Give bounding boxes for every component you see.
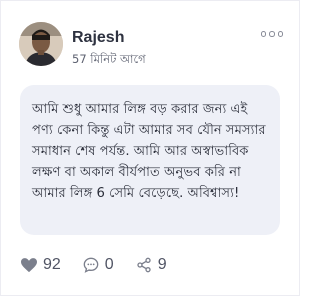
avatar-photo [19,22,63,66]
post-timestamp: 57 মিনিট আগে [72,52,146,66]
shares-count: 9 [157,256,167,273]
more-horizontal-icon [260,31,266,37]
post-text: আমি শুধু আমার লিঙ্গ বড় করার জন্য এই পণ্… [32,102,266,201]
heart-icon [21,257,37,272]
more-options-button[interactable] [260,31,283,37]
author-name[interactable]: Rajesh [72,29,124,47]
share-button[interactable]: 9 [136,256,167,274]
post-body: আমি শুধু আমার লিঙ্গ বড় করার জন্য এই পণ্… [20,85,280,235]
likes-count: 92 [43,256,61,273]
share-icon [137,257,151,273]
comment-button[interactable]: 0 [83,256,114,274]
avatar[interactable] [19,22,63,66]
post-card: Rajesh 57 মিনিট আগে আমি শুধু আমার লিঙ্গ … [0,0,300,296]
like-button[interactable]: 92 [21,256,61,274]
comment-bubble-icon [83,257,99,273]
post-actions: 92 0 9 [21,256,189,274]
comments-count: 0 [104,256,114,273]
